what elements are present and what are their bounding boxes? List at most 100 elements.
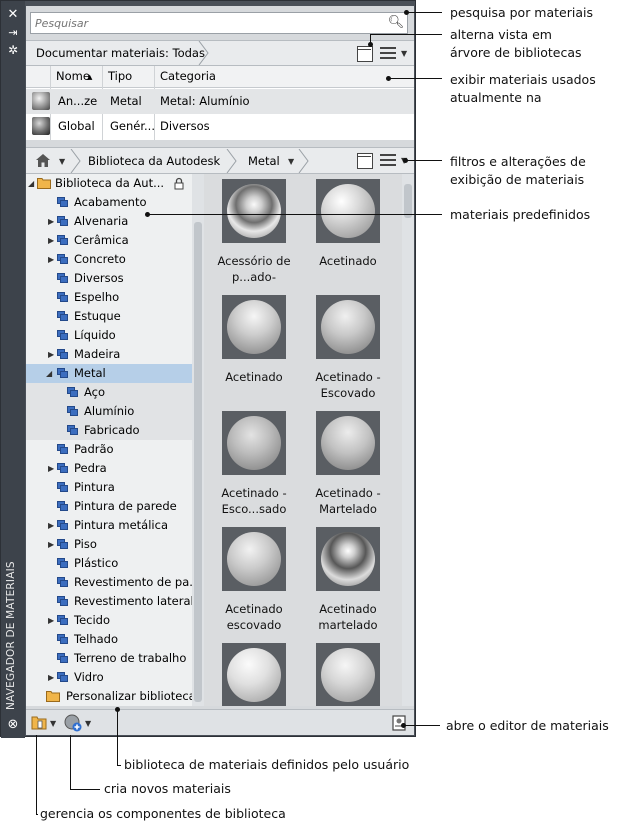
tree-item-root[interactable]: ◢ Biblioteca da Aut... xyxy=(26,174,192,193)
material-swatch[interactable]: Acetinado escovado xyxy=(212,527,296,633)
material-preview xyxy=(316,643,380,706)
column-header-name[interactable]: Nome xyxy=(56,69,90,83)
tree-item[interactable]: Pintura de parede xyxy=(26,497,192,516)
tree-item-label: Padrão xyxy=(74,442,114,456)
search-icon[interactable]: 🔍︎ xyxy=(387,14,405,32)
breadcrumb-category[interactable]: Metal xyxy=(248,154,280,168)
tree-scrollbar-thumb[interactable] xyxy=(194,222,202,702)
tree-item[interactable]: ▶ Pedra xyxy=(26,459,192,478)
window-title: NAVEGADOR DE MATERIAIS xyxy=(5,561,17,711)
material-name: Acessório de p...ado- xyxy=(217,254,291,284)
tree-item-label: Personalizar biblioteca xyxy=(66,689,196,703)
grid-scrollbar[interactable] xyxy=(402,174,414,706)
tree-item[interactable]: Estuque xyxy=(26,307,192,326)
tree-item[interactable]: Aço xyxy=(26,383,192,402)
chevron-down-icon[interactable]: ▼ xyxy=(401,49,407,58)
create-material-icon[interactable] xyxy=(64,714,82,732)
chevron-down-icon[interactable]: ▼ xyxy=(59,157,65,166)
chevron-right-icon[interactable]: ▶ xyxy=(48,459,56,478)
search-box[interactable]: 🔍︎ xyxy=(30,12,408,34)
tree-item[interactable]: Líquido xyxy=(26,326,192,345)
close-icon[interactable]: ✕ xyxy=(5,7,21,23)
material-swatch[interactable]: Acetinado xyxy=(212,295,296,385)
material-preview xyxy=(316,179,380,243)
chevron-down-icon[interactable]: ▼ xyxy=(288,157,294,166)
material-swatch[interactable]: Acetinado martelado xyxy=(306,527,390,633)
breadcrumb-library[interactable]: Biblioteca da Autodesk xyxy=(88,154,220,168)
library-view-button[interactable] xyxy=(357,153,373,169)
tree-item[interactable]: Padrão xyxy=(26,440,192,459)
callout-editor: abre o editor de materiais xyxy=(446,718,609,733)
tree-item-label: Concreto xyxy=(74,252,126,266)
tree-item[interactable]: Pintura xyxy=(26,478,192,497)
manage-library-icon[interactable] xyxy=(31,715,47,730)
chevron-down-icon[interactable]: ◢ xyxy=(46,364,54,383)
chevron-right-icon[interactable]: ▶ xyxy=(48,231,56,250)
properties-icon[interactable]: ✲ xyxy=(5,42,21,58)
tree-item[interactable]: Revestimento de pa... xyxy=(26,573,200,592)
tree-item-label: Estuque xyxy=(74,309,121,323)
column-header-type[interactable]: Tipo xyxy=(108,69,132,83)
material-name: Acetinado escovado xyxy=(225,602,283,632)
search-input[interactable] xyxy=(31,13,371,33)
tree-item[interactable]: Diversos xyxy=(26,269,192,288)
material-swatch[interactable] xyxy=(212,643,296,706)
material-sphere xyxy=(321,416,375,470)
tree-item[interactable]: Plástico xyxy=(26,554,192,573)
tree-item[interactable]: ▶ Pintura metálica xyxy=(26,516,192,535)
library-display-options-button[interactable] xyxy=(380,153,400,169)
tree-item[interactable]: Alumínio xyxy=(26,402,192,421)
material-preview xyxy=(316,295,380,359)
tree-item[interactable]: ◢ Metal xyxy=(26,364,192,383)
chevron-right-icon[interactable]: ▶ xyxy=(48,212,56,231)
toggle-library-tree-button[interactable] xyxy=(357,46,373,62)
tree-item[interactable]: Terreno de trabalho xyxy=(26,649,192,668)
home-icon[interactable] xyxy=(35,153,51,168)
chevron-right-icon[interactable]: ▶ xyxy=(48,611,56,630)
tree-item[interactable]: Espelho xyxy=(26,288,192,307)
tree-item[interactable]: ▶ Cerâmica xyxy=(26,231,192,250)
chevron-right-icon[interactable]: ▶ xyxy=(48,668,56,687)
tree-item[interactable]: Telhado xyxy=(26,630,192,649)
column-header-category[interactable]: Categoria xyxy=(160,69,216,83)
material-swatch[interactable]: Acetinado - Escovado xyxy=(306,295,390,401)
chevron-right-icon[interactable]: ▶ xyxy=(48,250,56,269)
document-view-options-button[interactable] xyxy=(380,46,400,62)
tree-item-label: Líquido xyxy=(74,328,116,342)
tree-item[interactable]: Fabricado xyxy=(26,421,192,440)
document-materials-bar: Documentar materiais: Todas ▼ xyxy=(26,40,414,66)
tree-item[interactable]: ▶ Tecido xyxy=(26,611,192,630)
chevron-right-icon[interactable]: ▶ xyxy=(48,535,56,554)
tree-item[interactable]: Acabamento xyxy=(26,193,192,212)
material-swatch[interactable]: Acetinado - Esco...sado xyxy=(212,411,296,517)
library-category-icon xyxy=(57,672,69,683)
settings-icon[interactable]: ⊗ xyxy=(5,717,21,733)
tree-item[interactable]: ▶ Vidro xyxy=(26,668,192,687)
tree-item[interactable]: ▶ Piso xyxy=(26,535,192,554)
breadcrumb-separator-icon xyxy=(70,149,81,173)
chevron-down-icon[interactable]: ◢ xyxy=(28,174,36,193)
document-materials-filter[interactable]: Documentar materiais: Todas xyxy=(36,46,205,60)
material-preview xyxy=(316,527,380,591)
table-row[interactable]: An...ze Metal Metal: Alumínio xyxy=(26,89,414,114)
library-category-icon xyxy=(57,292,69,303)
material-swatch[interactable] xyxy=(306,643,390,706)
tree-item-label: Fabricado xyxy=(84,423,140,437)
chevron-down-icon[interactable]: ▼ xyxy=(85,719,91,728)
tree-item-custom-library[interactable]: Personalizar biblioteca xyxy=(26,687,196,706)
grid-scrollbar-thumb[interactable] xyxy=(404,184,412,218)
tree-item[interactable]: Revestimento lateral xyxy=(26,592,194,611)
chevron-right-icon[interactable]: ▶ xyxy=(48,516,56,535)
material-sphere xyxy=(227,648,281,702)
material-swatch[interactable]: Acetinado xyxy=(306,179,390,269)
material-name: Acetinado xyxy=(319,254,377,268)
chevron-right-icon[interactable]: ▶ xyxy=(48,345,56,364)
tree-item[interactable]: ▶ Madeira xyxy=(26,345,192,364)
material-swatch[interactable]: Acetinado - Martelado xyxy=(306,411,390,517)
material-swatch[interactable]: Acessório de p...ado- xyxy=(212,179,296,285)
table-row[interactable]: Global Genér... Diversos xyxy=(26,114,414,139)
autohide-icon[interactable]: ⇥ xyxy=(5,25,21,41)
tree-scrollbar[interactable] xyxy=(192,174,204,706)
chevron-down-icon[interactable]: ▼ xyxy=(50,719,56,728)
tree-item[interactable]: ▶ Concreto xyxy=(26,250,192,269)
